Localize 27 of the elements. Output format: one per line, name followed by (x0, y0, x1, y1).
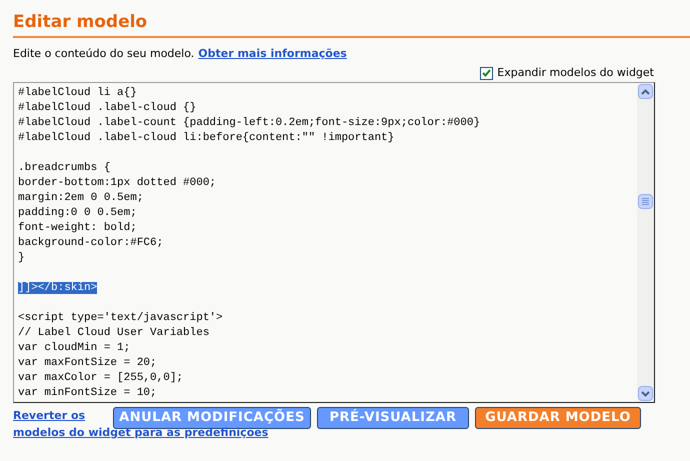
scroll-down-icon[interactable] (638, 386, 653, 401)
code-line: margin:2em 0 0.5em; (18, 192, 144, 204)
code-line: padding:0 0 0.5em; (18, 207, 137, 219)
code-line: var minFontSize = 10; (18, 387, 157, 399)
code-line: border-bottom:1px dotted #000; (18, 177, 216, 189)
scrollbar[interactable] (637, 83, 654, 402)
code-line: var maxColor = [255,0,0]; (18, 372, 184, 384)
code-line: background-color:#FC6; (18, 237, 164, 249)
code-line: var cloudMin = 1; (18, 342, 130, 354)
code-line: #labelCloud .label-count {padding-left:0.2em;font-size:9px;color:#000} (18, 117, 480, 129)
checkbox[interactable] (480, 66, 494, 80)
code-line: #labelCloud .label-cloud {} (18, 102, 196, 114)
code-line: // Label Cloud User Variables (18, 327, 210, 339)
intro-text: Edite o conteúdo do seu modelo. (13, 47, 194, 61)
scroll-up-icon[interactable] (638, 84, 653, 99)
checkbox-label: Expandir modelos do widget (497, 66, 654, 80)
revert-link[interactable]: Reverter os (13, 407, 86, 424)
scroll-thumb[interactable] (638, 194, 653, 209)
code-line: <script type='text/javascript'> (18, 312, 223, 324)
code-line: .breadcrumbs { (18, 162, 110, 174)
code-line: var maxFontSize = 20; (18, 357, 157, 369)
code-line: #labelCloud li a{} (18, 87, 137, 99)
code-line: #labelCloud .label-cloud li:before{content:"" !important} (18, 132, 394, 144)
code-line: } (18, 252, 25, 264)
page-title: Editar modelo (13, 12, 148, 32)
code-line: font-weight: bold; (18, 222, 137, 234)
more-info-link[interactable]: Obter mais informações (198, 47, 347, 61)
